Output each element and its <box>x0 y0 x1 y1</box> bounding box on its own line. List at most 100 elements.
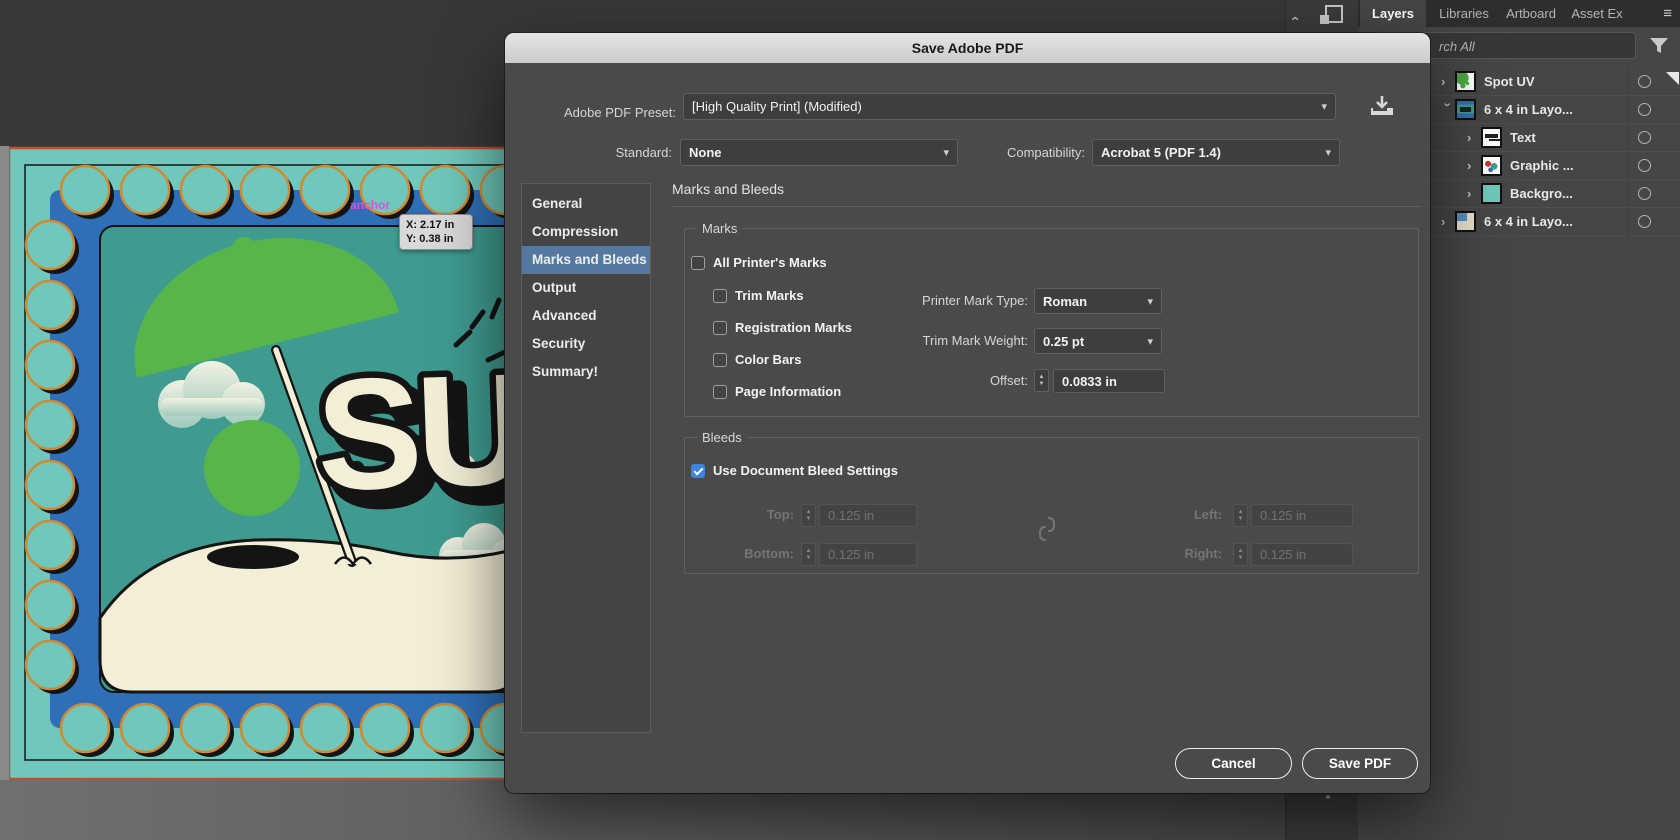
tab-layers[interactable]: Layers <box>1360 0 1426 27</box>
layer-name[interactable]: 6 x 4 in Layo... <box>1484 214 1573 229</box>
standard-dropdown[interactable]: None ▾ <box>680 139 958 166</box>
dialog-title: Save Adobe PDF <box>505 33 1430 63</box>
target-circle-icon[interactable] <box>1638 187 1651 200</box>
marks-group: Marks All Printer's Marks Trim Marks Reg… <box>684 221 1419 417</box>
layer-thumbnail[interactable] <box>1481 183 1502 204</box>
layer-name[interactable]: Graphic ... <box>1510 158 1574 173</box>
bleed-bottom-label: Bottom: <box>744 546 794 561</box>
canvas-left-edge <box>0 146 9 780</box>
section-summary[interactable]: Summary! <box>522 358 650 386</box>
printer-mark-type-value: Roman <box>1043 293 1088 309</box>
tooltip-y: Y: 0.38 in <box>406 233 454 245</box>
tooltip-x: X: 2.17 in <box>406 219 455 231</box>
layer-name[interactable]: 6 x 4 in Layo... <box>1484 102 1573 117</box>
standard-label: Standard: <box>615 145 672 160</box>
trim-mark-weight-label: Trim Mark Weight: <box>922 333 1028 348</box>
bleeds-group-label: Bleeds <box>697 430 747 445</box>
save-pdf-button[interactable]: Save PDF <box>1302 748 1418 779</box>
bleed-bottom-field: 0.125 in <box>819 543 917 566</box>
collapse-chevron-icon[interactable]: › <box>1286 16 1303 21</box>
compatibility-label: Compatibility: <box>1006 145 1085 160</box>
stepper-up-icon[interactable]: ▲ <box>1035 374 1048 381</box>
panel-corner-triangle <box>1666 72 1679 85</box>
layer-thumbnail[interactable] <box>1481 155 1502 176</box>
search-input[interactable]: rch All <box>1420 32 1636 59</box>
chevron-down-icon: ▾ <box>943 147 949 159</box>
tab-asset-export[interactable]: Asset Ex <box>1564 0 1630 27</box>
target-circle-icon[interactable] <box>1638 103 1651 116</box>
section-marks-and-bleeds[interactable]: Marks and Bleeds <box>522 246 650 274</box>
tab-libraries[interactable]: Libraries <box>1430 0 1498 27</box>
section-security[interactable]: Security <box>522 330 650 358</box>
offset-field[interactable]: 0.0833 in <box>1053 369 1165 393</box>
marks-group-label: Marks <box>697 221 743 236</box>
standard-value: None <box>689 145 722 160</box>
compatibility-dropdown[interactable]: Acrobat 5 (PDF 1.4) ▾ <box>1092 139 1340 166</box>
dock-handle-dot[interactable] <box>1326 795 1330 799</box>
chevron-down-icon: ▾ <box>1147 335 1153 348</box>
offset-stepper[interactable]: ▲ ▼ <box>1034 369 1049 392</box>
cancel-button[interactable]: Cancel <box>1175 748 1292 779</box>
section-general[interactable]: General <box>522 190 650 218</box>
stepper-down-icon[interactable]: ▼ <box>1035 381 1048 388</box>
expand-chevron-icon[interactable]: › <box>1467 186 1481 201</box>
artboards-icon[interactable] <box>1316 3 1346 29</box>
layer-thumbnail[interactable] <box>1455 99 1476 120</box>
save-adobe-pdf-dialog: Save Adobe PDF Adobe PDF Preset: [High Q… <box>505 33 1430 793</box>
color-bars-row[interactable]: Color Bars <box>713 352 801 367</box>
all-printers-marks-checkbox[interactable] <box>691 255 705 270</box>
expand-chevron-icon[interactable]: › <box>1467 158 1481 173</box>
save-preset-icon[interactable] <box>1367 93 1397 121</box>
chevron-down-icon: ▾ <box>1321 101 1327 113</box>
chevron-down-icon: ▾ <box>1325 147 1331 159</box>
bleed-right-label: Right: <box>1184 546 1222 561</box>
trim-mark-weight-value: 0.25 pt <box>1043 333 1085 349</box>
filter-icon[interactable] <box>1648 35 1670 57</box>
layer-thumbnail[interactable] <box>1455 211 1476 232</box>
expand-chevron-icon[interactable]: › <box>1441 74 1455 89</box>
printer-mark-type-label: Printer Mark Type: <box>922 293 1028 308</box>
bleed-top-label: Top: <box>766 507 794 522</box>
target-circle-icon[interactable] <box>1638 159 1651 172</box>
offset-label: Offset: <box>989 373 1028 388</box>
checkbox-label: Use Document Bleed Settings <box>713 463 898 478</box>
anchor-label: anchor <box>350 198 391 212</box>
section-output[interactable]: Output <box>522 274 650 302</box>
expand-chevron-icon[interactable]: › <box>1467 130 1481 145</box>
section-compression[interactable]: Compression <box>522 218 650 246</box>
color-bars-checkbox[interactable] <box>713 352 727 367</box>
bleed-right-stepper: ▲ ▼ <box>1233 543 1248 566</box>
broken-link-icon <box>1038 516 1056 542</box>
layer-thumbnail[interactable] <box>1455 71 1476 92</box>
stamp-artwork: SUM SUM <box>7 146 520 781</box>
trim-mark-weight-dropdown[interactable]: 0.25 pt ▾ <box>1034 328 1162 354</box>
target-circle-icon[interactable] <box>1638 215 1651 228</box>
printer-mark-type-dropdown[interactable]: Roman ▾ <box>1034 288 1162 314</box>
bleed-right-field: 0.125 in <box>1251 543 1353 566</box>
checkbox-label: All Printer's Marks <box>713 255 827 270</box>
bleed-top-field: 0.125 in <box>819 504 917 527</box>
panel-menu-icon[interactable]: ≡ <box>1663 5 1672 22</box>
bleeds-group: Bleeds Use Document Bleed Settings Top: … <box>684 430 1419 574</box>
artwork-headline: SUM <box>314 337 520 525</box>
target-circle-icon[interactable] <box>1638 131 1651 144</box>
coordinate-tooltip: X: 2.17 in Y: 0.38 in <box>399 214 473 250</box>
collapse-chevron-icon[interactable]: › <box>1441 103 1456 117</box>
layer-name[interactable]: Text <box>1510 130 1536 145</box>
tab-artboard[interactable]: Artboard <box>1498 0 1564 27</box>
panel-heading: Marks and Bleeds <box>672 181 785 197</box>
use-document-bleed-row[interactable]: Use Document Bleed Settings <box>691 463 898 478</box>
dialog-section-list: General Compression Marks and Bleeds Out… <box>521 183 651 733</box>
all-printers-marks-row[interactable]: All Printer's Marks <box>691 255 827 270</box>
layer-name[interactable]: Backgro... <box>1510 186 1573 201</box>
bleed-left-stepper: ▲ ▼ <box>1233 504 1248 527</box>
preset-dropdown[interactable]: [High Quality Print] (Modified) ▾ <box>683 93 1336 120</box>
target-circle-icon[interactable] <box>1638 75 1651 88</box>
bleed-bottom-stepper: ▲ ▼ <box>801 543 816 566</box>
layer-thumbnail[interactable] <box>1481 127 1502 148</box>
layer-name[interactable]: Spot UV <box>1484 74 1535 89</box>
preset-value: [High Quality Print] (Modified) <box>692 99 862 114</box>
use-document-bleed-checkbox[interactable] <box>691 463 705 478</box>
section-advanced[interactable]: Advanced <box>522 302 650 330</box>
expand-chevron-icon[interactable]: › <box>1441 214 1455 229</box>
